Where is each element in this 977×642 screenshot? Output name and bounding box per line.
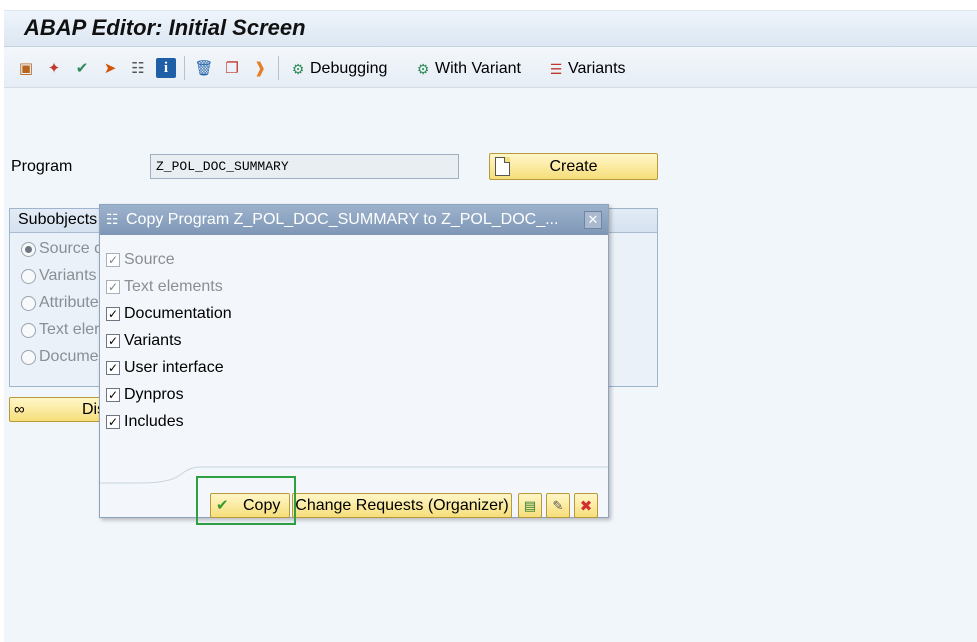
rename-icon[interactable]: ❱ <box>250 58 270 78</box>
check-icon[interactable]: ✔ <box>72 58 92 78</box>
variants-icon: ☰ <box>549 60 563 77</box>
checkbox[interactable]: ✓ <box>106 388 120 402</box>
change-requests-label: Change Requests (Organizer) <box>295 497 509 514</box>
magic-wand-icon[interactable]: ✦ <box>44 58 64 78</box>
dialog-icon: ☷ <box>106 211 119 227</box>
highlight-box <box>196 476 296 525</box>
dialog-title: Copy Program Z_POL_DOC_SUMMARY to Z_POL_… <box>126 211 559 228</box>
radio-variants[interactable]: Variants <box>21 267 97 285</box>
variants-button[interactable]: ☰ Variants <box>547 58 626 80</box>
radio-unselected <box>21 322 36 338</box>
dialog-title-bar: ☷ Copy Program Z_POL_DOC_SUMMARY to Z_PO… <box>100 205 608 235</box>
checkbox-label: Documentation <box>124 305 232 322</box>
application-toolbar: ▣ ✦ ✔ ➤ ☷ i 🗑 ❐ ❱ ⚙ Debugging ⚙ With Var… <box>4 48 977 88</box>
checkbox-label: User interface <box>124 359 224 376</box>
radio-documentation[interactable]: Docume <box>21 348 99 366</box>
radio-selected <box>21 241 36 257</box>
cancel-icon[interactable]: ✖ <box>574 493 598 518</box>
transport-icon[interactable]: ➤ <box>100 58 120 78</box>
checkbox[interactable]: ✓ <box>106 307 120 321</box>
with-variant-label: With Variant <box>435 60 521 77</box>
create-button[interactable]: Create <box>489 153 658 180</box>
checkbox-user-interface[interactable]: ✓ User interface <box>106 359 224 377</box>
display-button[interactable]: ∞ Dis <box>9 397 109 422</box>
checkbox-label: Includes <box>124 413 184 430</box>
radio-unselected <box>21 295 36 311</box>
radio-label: Variants <box>39 267 97 284</box>
where-used-icon[interactable]: ☷ <box>128 58 148 78</box>
list-icon[interactable]: ▤ <box>518 493 542 518</box>
create-label: Create <box>549 158 598 175</box>
checkbox: ✓ <box>106 280 120 294</box>
debugging-button[interactable]: ⚙ Debugging <box>289 58 388 80</box>
checkbox-text-elements: ✓ Text elements <box>106 278 223 296</box>
with-variant-button[interactable]: ⚙ With Variant <box>414 58 521 80</box>
checkbox: ✓ <box>106 253 120 267</box>
radio-unselected <box>21 268 36 284</box>
glasses-icon: ∞ <box>14 401 25 418</box>
checkbox-dynpros[interactable]: ✓ Dynpros <box>106 386 184 404</box>
radio-attributes[interactable]: Attribute <box>21 294 99 312</box>
info-icon[interactable]: i <box>156 58 176 78</box>
program-label: Program <box>11 158 73 175</box>
delete-icon[interactable]: 🗑 <box>194 58 214 78</box>
execute-variant-icon: ⚙ <box>416 60 430 77</box>
checkbox-label: Text elements <box>124 278 223 295</box>
checkbox-includes[interactable]: ✓ Includes <box>106 413 184 431</box>
sap-screen: ABAP Editor: Initial Screen ▣ ✦ ✔ ➤ ☷ i … <box>4 10 977 642</box>
debug-icon: ⚙ <box>291 60 305 77</box>
subobjects-title: Subobjects <box>18 211 98 228</box>
radio-label: Docume <box>39 348 99 365</box>
checkbox-source: ✓ Source <box>106 251 175 269</box>
close-icon[interactable]: ✕ <box>584 211 602 229</box>
variants-label: Variants <box>568 60 626 77</box>
checkbox-label: Variants <box>124 332 182 349</box>
edit-list-icon[interactable]: ✎ <box>546 493 570 518</box>
radio-source[interactable]: Source c <box>21 240 102 258</box>
checkbox[interactable]: ✓ <box>106 415 120 429</box>
radio-text-elements[interactable]: Text eler <box>21 321 99 339</box>
radio-label: Source c <box>39 240 103 257</box>
change-requests-button[interactable]: Change Requests (Organizer) <box>292 493 512 518</box>
hierarchy-icon[interactable]: ▣ <box>16 58 36 78</box>
copy-program-dialog: ☷ Copy Program Z_POL_DOC_SUMMARY to Z_PO… <box>99 204 609 518</box>
radio-unselected <box>21 349 36 365</box>
copy-icon[interactable]: ❐ <box>222 58 242 78</box>
program-name-input[interactable]: Z_POL_DOC_SUMMARY <box>150 154 459 179</box>
radio-label: Attribute <box>39 294 99 311</box>
radio-label: Text eler <box>39 321 100 338</box>
checkbox[interactable]: ✓ <box>106 361 120 375</box>
checkbox[interactable]: ✓ <box>106 334 120 348</box>
checkbox-label: Dynpros <box>124 386 184 403</box>
toolbar-separator <box>278 56 279 80</box>
window-title: ABAP Editor: Initial Screen <box>24 15 306 40</box>
checkbox-label: Source <box>124 251 175 268</box>
debugging-label: Debugging <box>310 60 388 77</box>
checkbox-documentation[interactable]: ✓ Documentation <box>106 305 232 323</box>
title-bar: ABAP Editor: Initial Screen <box>4 11 977 47</box>
checkbox-variants[interactable]: ✓ Variants <box>106 332 182 350</box>
toolbar-separator <box>184 56 185 80</box>
